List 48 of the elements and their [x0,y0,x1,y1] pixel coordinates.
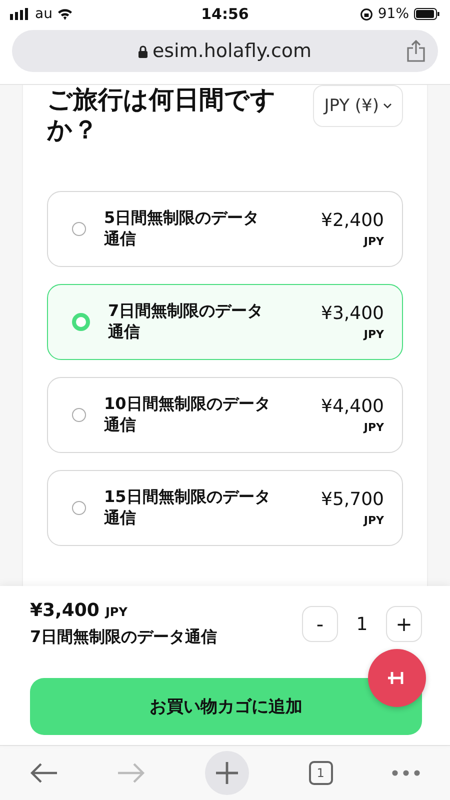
increment-button[interactable]: + [386,606,422,642]
cart-price: ¥3,400 [30,600,100,621]
share-icon[interactable] [406,40,426,62]
radio-button[interactable] [72,408,86,422]
page-heading: ご旅行は何日間ですか？ [47,85,277,145]
chat-button[interactable] [368,649,426,707]
plan-price: ¥4,400 [321,396,384,417]
chevron-icon [383,103,392,109]
currency-code: JPY [364,514,384,527]
currency-code: JPY [364,235,384,248]
new-tab-button[interactable] [204,751,249,795]
currency-code: JPY [364,421,384,434]
plan-name: 10日間無制限のデータ通信 [104,394,272,436]
address-bar[interactable]: esim.holafly.com [12,30,438,72]
plan-price: ¥3,400 [321,303,384,324]
battery-icon [414,8,440,20]
plan-name: 15日間無制限のデータ通信 [104,487,272,529]
plan-option[interactable]: 5日間無制限のデータ通信 ¥2,400 JPY [47,191,403,267]
quantity-value: 1 [355,614,369,634]
radio-button[interactable] [72,313,90,331]
cart-plan-name: 7日間無制限のデータ通信 [30,627,218,648]
add-to-cart-button[interactable]: お買い物カゴに追加 [30,678,422,735]
radio-button[interactable] [72,501,86,515]
signal-icon [10,8,30,20]
clock-time: 14:56 [201,5,249,23]
radio-button[interactable] [72,222,86,236]
currency-dropdown[interactable]: JPY (¥) [313,85,403,127]
currency-code: JPY [364,328,384,341]
plan-option[interactable]: 15日間無制限のデータ通信 ¥5,700 JPY [47,470,403,546]
plus-icon [216,762,238,784]
tabs-button[interactable]: 1 [308,761,333,785]
currency-code: JPY [105,605,128,619]
carrier-name: au [35,6,52,22]
plan-price: ¥2,400 [321,210,384,231]
plan-name: 5日間無制限のデータ通信 [104,208,260,250]
rotation-lock-icon [360,8,373,20]
lock-icon [138,44,148,58]
plan-option[interactable]: 10日間無制限のデータ通信 ¥4,400 JPY [47,377,403,453]
decrement-button[interactable]: - [302,606,338,642]
plan-option[interactable]: 7日間無制限のデータ通信 ¥3,400 JPY [47,284,403,360]
back-icon[interactable] [30,763,58,783]
plan-name: 7日間無制限のデータ通信 [108,301,264,343]
wifi-icon [57,8,74,20]
url-text: esim.holafly.com [152,40,312,62]
more-icon[interactable] [392,770,420,776]
battery-percent: 91% [378,6,409,22]
logo-icon [388,671,406,685]
plan-price: ¥5,700 [321,489,384,510]
